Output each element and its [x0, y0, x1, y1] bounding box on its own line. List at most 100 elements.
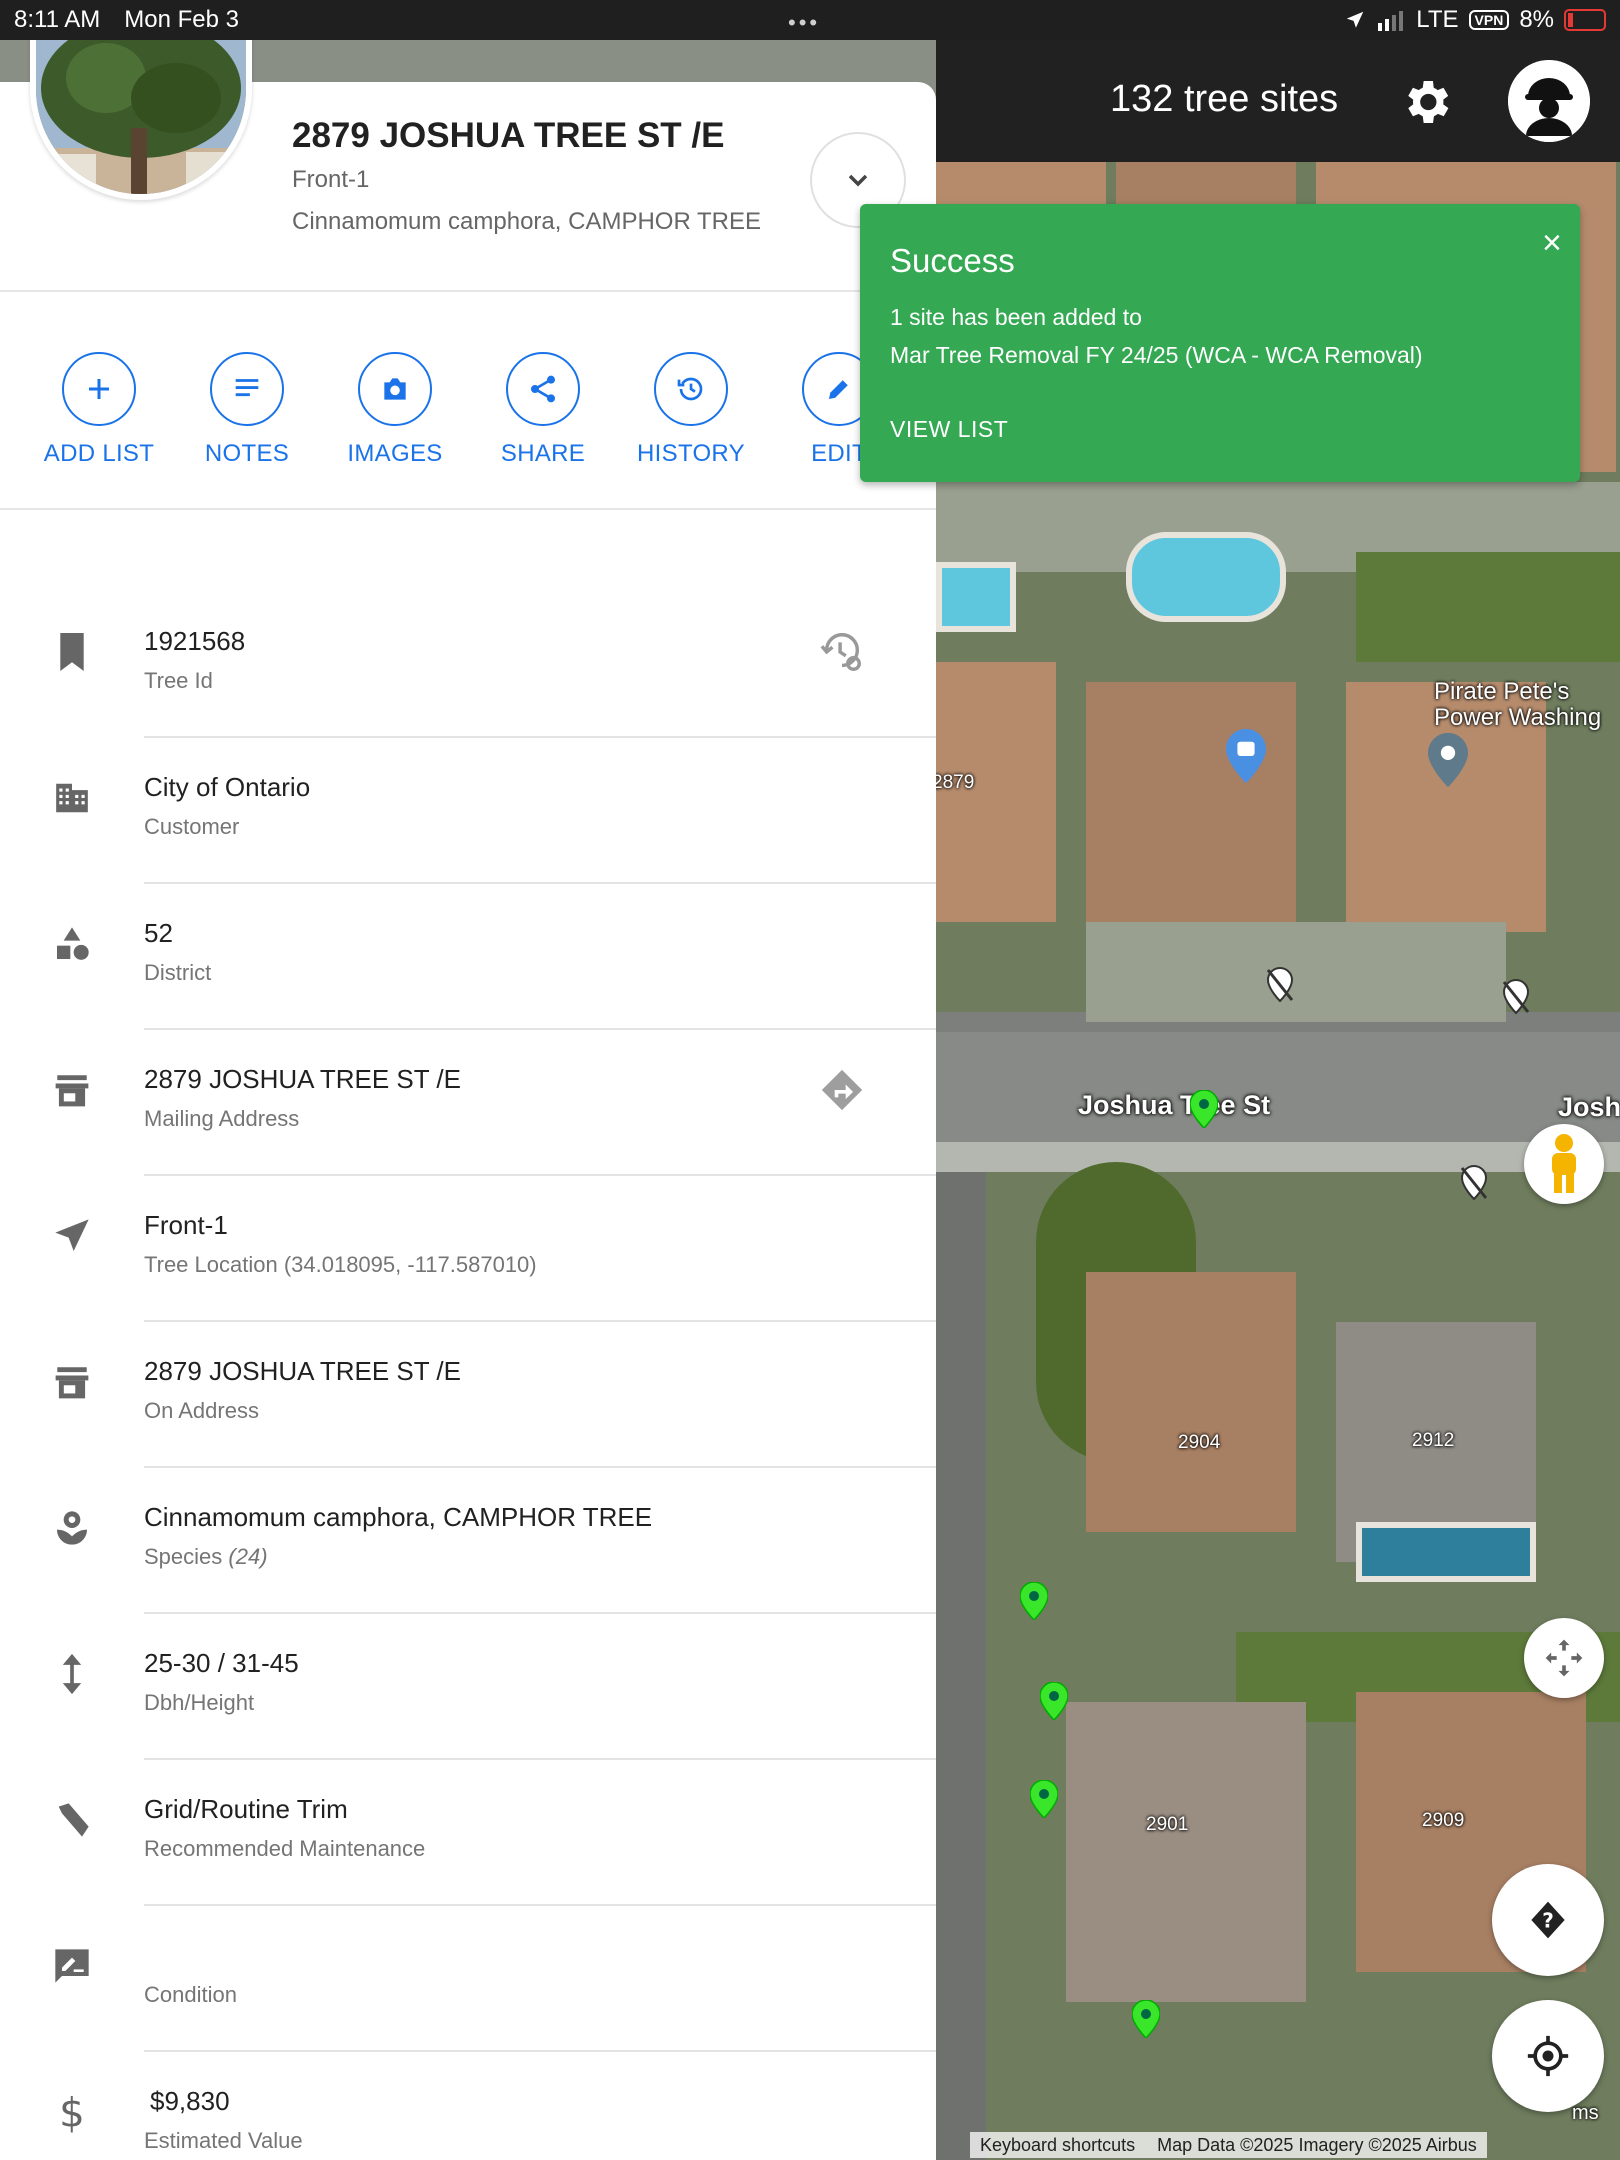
detail-row-dbh-height[interactable]: 25-30 / 31-45 Dbh/Height: [0, 1614, 936, 1760]
map-header: 132 tree sites: [936, 40, 1620, 162]
detail-label: On Address: [144, 1398, 259, 1423]
street-view-pegman-button[interactable]: [1524, 1124, 1604, 1204]
status-time: 8:11 AM: [14, 6, 101, 33]
detail-label: Species (24): [144, 1544, 268, 1570]
chevron-down-icon: [848, 174, 868, 187]
detail-row-district[interactable]: 52 District: [0, 884, 936, 1030]
svg-text:?: ?: [1542, 1909, 1554, 1933]
map-side-road: [936, 1172, 986, 2160]
success-toast: Success × 1 site has been added to Mar T…: [860, 204, 1580, 482]
status-bar: 8:11 AM Mon Feb 3 ••• LTE VPN 8%: [0, 0, 1620, 40]
detail-row-maintenance[interactable]: Grid/Routine Trim Recommended Maintenanc…: [0, 1760, 936, 1906]
map-roof: [1066, 1702, 1306, 2002]
help-button[interactable]: ?: [1492, 1864, 1604, 1976]
map-sidewalk: [936, 1142, 1620, 1172]
detail-value: 2879 JOSHUA TREE ST /E: [144, 1356, 461, 1386]
detail-value: Grid/Routine Trim: [144, 1794, 348, 1824]
help-icon: ?: [1531, 1901, 1565, 1939]
signal-icon: [1378, 11, 1404, 31]
settings-gear-icon[interactable]: [1398, 74, 1454, 130]
detail-row-condition[interactable]: Condition: [0, 1906, 936, 2052]
battery-percent: 8%: [1519, 6, 1554, 33]
history-button[interactable]: HISTORY: [616, 352, 766, 468]
business-label-line2: Power Washing: [1434, 704, 1602, 731]
lot-number-label: 2909: [1422, 1810, 1465, 1831]
inactive-site-pin-icon[interactable]: [1502, 978, 1530, 1016]
images-button[interactable]: IMAGES: [320, 352, 470, 468]
map-roof: [1086, 682, 1296, 922]
dollar-icon: $: [59, 2090, 85, 2134]
inactive-site-pin-icon[interactable]: [1266, 966, 1294, 1004]
detail-label: Dbh/Height: [144, 1690, 255, 1715]
history-settings-button[interactable]: [818, 628, 866, 676]
store-icon: [55, 1075, 89, 1107]
lot-number-label: 2879: [936, 772, 975, 793]
user-avatar[interactable]: [1508, 60, 1590, 142]
details-list: 1921568 Tree Id City of Ontario Customer…: [0, 592, 936, 2160]
detail-row-tree-id[interactable]: 1921568 Tree Id: [0, 592, 936, 738]
tree-site-pin-icon[interactable]: [1190, 1090, 1218, 1128]
view-list-button[interactable]: VIEW LIST: [890, 416, 1008, 443]
place-pin-icon[interactable]: [1428, 732, 1468, 788]
map-pool: [1356, 1522, 1536, 1582]
store-icon: [55, 1367, 89, 1399]
site-details-panel: 2879 JOSHUA TREE ST /E Front-1 Cinnamomu…: [0, 82, 936, 2160]
detail-value: $9,830: [150, 2086, 230, 2116]
status-date: Mon Feb 3: [124, 6, 240, 33]
location-arrow-icon: [1347, 11, 1364, 28]
tree-site-pin-icon[interactable]: [1132, 2000, 1160, 2038]
detail-value: City of Ontario: [144, 772, 311, 802]
detail-label: Estimated Value: [144, 2128, 303, 2153]
detail-row-mailing-address[interactable]: 2879 JOSHUA TREE ST /E Mailing Address: [0, 1030, 936, 1176]
svg-text:$: $: [59, 2090, 85, 2134]
add-list-button[interactable]: ADD LIST: [24, 352, 174, 468]
tree-site-pin-icon[interactable]: [1030, 1780, 1058, 1818]
plus-icon: [89, 379, 109, 399]
species-count: (24): [228, 1544, 268, 1569]
fullscreen-button[interactable]: [1524, 1618, 1604, 1698]
lot-number-label: 2901: [1146, 1814, 1189, 1835]
action-label: IMAGES: [347, 440, 443, 467]
multitasking-dots-icon[interactable]: •••: [788, 10, 820, 36]
close-icon[interactable]: ×: [1542, 226, 1562, 260]
terms-link[interactable]: ms: [1572, 2102, 1599, 2125]
vertical-arrows-icon: [62, 1653, 82, 1695]
map-driveway: [1086, 922, 1506, 1022]
keyboard-shortcuts-link[interactable]: Keyboard shortcuts: [980, 2135, 1135, 2156]
my-location-button[interactable]: [1492, 2000, 1604, 2112]
detail-label: Condition: [144, 1982, 237, 2007]
directions-icon: [821, 1069, 863, 1111]
directions-button[interactable]: [818, 1066, 866, 1114]
inactive-site-pin-icon[interactable]: [1460, 1164, 1488, 1202]
tree-site-pin-icon[interactable]: [1040, 1682, 1068, 1720]
action-label: SHARE: [500, 440, 586, 467]
shapes-icon: [57, 927, 89, 960]
map-data-credit[interactable]: Map Data ©2025 Imagery ©2025 Airbus: [1157, 2135, 1477, 2156]
map-attribution: Keyboard shortcuts Map Data ©2025 Imager…: [970, 2132, 1487, 2158]
shopping-pin-icon[interactable]: [1226, 728, 1266, 784]
battery-icon: [1564, 9, 1606, 31]
site-location-subtitle: Front-1: [292, 166, 370, 193]
detail-label: Mailing Address: [144, 1106, 300, 1131]
map-lawn: [1356, 552, 1620, 662]
lot-number-label: 2912: [1412, 1430, 1455, 1451]
detail-value: Front-1: [144, 1210, 228, 1240]
lot-number-label: 2904: [1178, 1432, 1221, 1453]
toast-title: Success: [890, 242, 1015, 279]
toast-list-name: Mar Tree Removal FY 24/25 (WCA - WCA Rem…: [890, 342, 1423, 368]
detail-row-tree-location[interactable]: Front-1 Tree Location (34.018095, -117.5…: [0, 1176, 936, 1322]
share-button[interactable]: SHARE: [468, 352, 618, 468]
detail-value: 25-30 / 31-45: [144, 1648, 299, 1678]
site-address-title: 2879 JOSHUA TREE ST /E: [292, 116, 725, 155]
network-type: LTE: [1416, 6, 1459, 33]
action-label: HISTORY: [637, 440, 745, 467]
detail-label: Tree Id: [144, 668, 213, 693]
detail-row-estimated-value[interactable]: $ $9,830 Estimated Value: [0, 2052, 936, 2160]
tree-site-pin-icon[interactable]: [1020, 1582, 1048, 1620]
detail-row-customer[interactable]: City of Ontario Customer: [0, 738, 936, 884]
map-pool: [1126, 532, 1286, 622]
detail-row-on-address[interactable]: 2879 JOSHUA TREE ST /E On Address: [0, 1322, 936, 1468]
map-roof: [1086, 1272, 1296, 1532]
detail-row-species[interactable]: Cinnamomum camphora, CAMPHOR TREE Specie…: [0, 1468, 936, 1614]
notes-button[interactable]: NOTES: [172, 352, 322, 468]
